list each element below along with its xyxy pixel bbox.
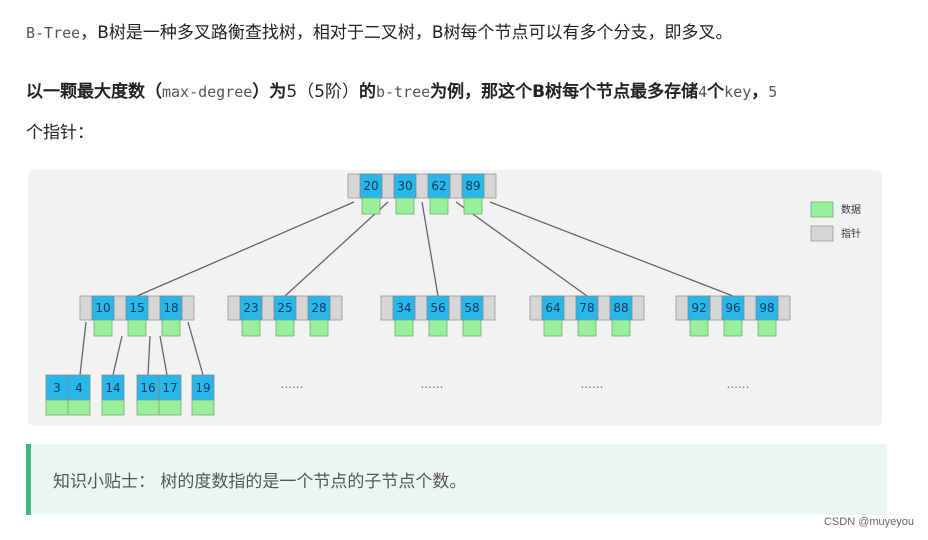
data-cell [394, 319, 414, 337]
data-cell [241, 319, 261, 337]
sep: ， [80, 23, 98, 43]
key-label: 62 [431, 179, 446, 193]
leaf-data-cell [191, 399, 215, 416]
data-cell [275, 319, 295, 337]
leaf-data-cell [67, 399, 91, 416]
key-label: 58 [464, 301, 479, 315]
edge [421, 201, 439, 297]
data-cell [93, 319, 113, 337]
p2-k: key [724, 83, 752, 101]
leaf-key-label: 4 [75, 381, 83, 395]
data-cell [757, 319, 777, 337]
btree-svg: 20 30 62 89 10 15 18 23 25 28 34 56 58 64 78 88 92 96 98 3 4… [45, 173, 861, 416]
data-cell [127, 319, 147, 337]
p2-g: 为例，那这个 [430, 82, 533, 102]
legend-data-swatch [810, 201, 834, 218]
intro-paragraph: B-Tree，B树是一种多叉路衡查找树，相对于二叉树，B树每个节点可以有多个分支… [26, 18, 733, 43]
edge [79, 321, 87, 376]
intro-text-a: B树是一种多叉路衡查找树，相对于二叉树， [97, 23, 432, 43]
edge [112, 335, 123, 376]
key-label: 15 [129, 301, 144, 315]
leaf-data-cell [45, 399, 69, 416]
leaf-data-cell [101, 399, 125, 416]
key-label: 88 [613, 301, 628, 315]
ellipsis: ...... [421, 377, 444, 391]
key-label: 10 [95, 301, 110, 315]
leaf-key-label: 14 [105, 381, 120, 395]
data-cell [611, 319, 631, 337]
key-label: 56 [430, 301, 445, 315]
edge [147, 335, 151, 376]
ellipsis: ...... [727, 377, 750, 391]
legend-pointer-label: 指针 [841, 227, 861, 240]
edge [136, 201, 355, 297]
data-cell [543, 319, 563, 337]
data-cell [428, 319, 448, 337]
edge [284, 201, 389, 297]
data-cell [395, 197, 415, 215]
data-cell [462, 319, 482, 337]
tip-text: 知识小贴士： 树的度数指的是一个节点的子节点个数。 [53, 472, 467, 492]
p2-h: B树每个节点最多存储 [532, 82, 699, 102]
legend-pointer-swatch [810, 225, 834, 242]
leaf-key-label: 19 [195, 381, 210, 395]
intro-text-b: B树每个节点可以有多个分支，即多叉。 [431, 23, 733, 43]
leaf-key-label: 17 [162, 381, 177, 395]
key-label: 92 [691, 301, 706, 315]
data-cell [429, 197, 449, 215]
key-label: 34 [396, 301, 411, 315]
data-cell [309, 319, 329, 337]
ellipsis: ...... [581, 377, 604, 391]
edge [187, 321, 204, 376]
key-label: 23 [243, 301, 258, 315]
p2-b: max-degree [162, 83, 253, 101]
key-label: 18 [163, 301, 178, 315]
btree-diagram: 20 30 62 89 10 15 18 23 25 28 34 56 58 64 78 88 92 96 98 3 4… [28, 170, 882, 426]
key-label: 30 [397, 179, 412, 193]
p2-l: ， [751, 82, 769, 102]
example-paragraph: 以一颗最大度数（max-degree）为5（5阶）的b-tree为例，那这个B树… [26, 77, 777, 102]
key-label: 20 [363, 179, 378, 193]
data-cell [161, 319, 181, 337]
key-label: 64 [545, 301, 560, 315]
leaf-key-label: 16 [140, 381, 155, 395]
data-cell [689, 319, 709, 337]
data-cell [361, 197, 381, 215]
watermark: CSDN @muyeyou [823, 516, 914, 528]
data-cell [577, 319, 597, 337]
p2-c: ）为 [252, 82, 287, 102]
p2-a: 以一颗最大度数（ [26, 82, 162, 102]
tip-box: 知识小贴士： 树的度数指的是一个节点的子节点个数。 [26, 444, 887, 515]
key-label: 98 [759, 301, 774, 315]
edge [489, 201, 734, 297]
key-label: 25 [277, 301, 292, 315]
p2-e: 的 [358, 82, 376, 102]
p2-i: 4 [698, 83, 708, 101]
btree-code: B-Tree [26, 24, 81, 42]
data-cell [463, 197, 483, 215]
key-label: 78 [579, 301, 594, 315]
edge [159, 335, 168, 376]
p2-m: 5 [768, 83, 778, 101]
edge [455, 201, 588, 297]
edges [79, 201, 734, 376]
p2-f: b-tree [375, 83, 431, 101]
leaf-data-cell [158, 399, 182, 416]
data-cell [723, 319, 743, 337]
example-paragraph-cont: 个指针： [26, 123, 94, 143]
leaf-key-label: 3 [53, 381, 61, 395]
key-label: 89 [465, 179, 480, 193]
legend-data-label: 数据 [841, 203, 861, 216]
p2-j: 个 [707, 82, 725, 102]
key-label: 96 [725, 301, 740, 315]
ellipsis: ...... [281, 377, 304, 391]
leaf-data-cell [136, 399, 160, 416]
p2-d: 5（5阶） [286, 82, 359, 102]
key-label: 28 [311, 301, 326, 315]
